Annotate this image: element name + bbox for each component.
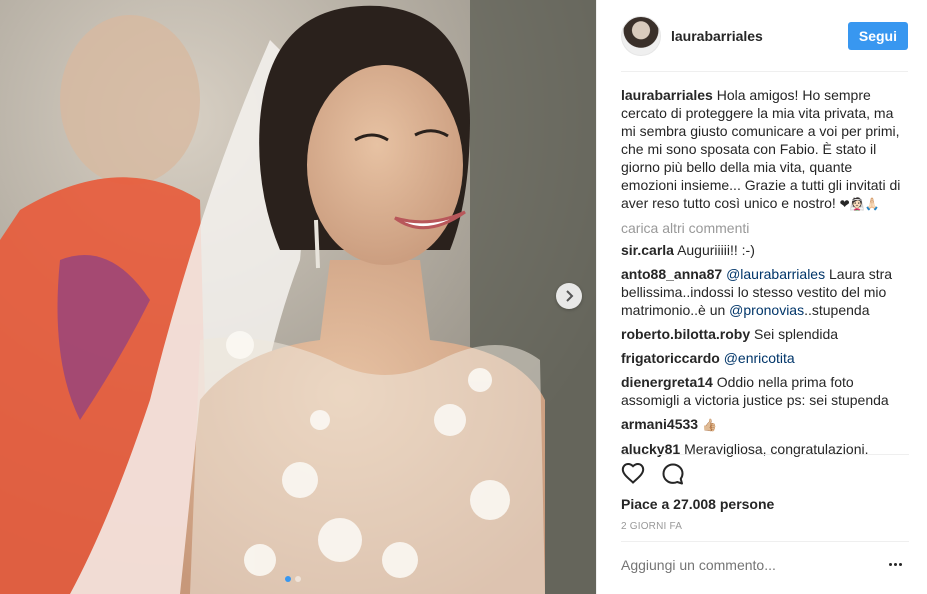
- carousel-next-button[interactable]: [556, 283, 582, 309]
- comment-button[interactable]: [661, 462, 685, 486]
- add-comment-input[interactable]: [621, 557, 909, 573]
- comment-mention[interactable]: @laurabarriales: [726, 266, 825, 282]
- chevron-right-icon: [566, 290, 574, 302]
- comment-item: alucky81 Meravigliosa, congratulazioni.: [621, 440, 909, 458]
- more-options-icon: [899, 563, 902, 566]
- comment-username[interactable]: frigatoriccardo: [621, 350, 720, 366]
- comments-list: laurabarriales Hola amigos! Ho sempre ce…: [621, 86, 909, 464]
- comment-username[interactable]: dienergreta14: [621, 374, 713, 390]
- comment-emoji: 👍🏼: [701, 418, 717, 432]
- caption-text: Hola amigos! Ho sempre cercato di proteg…: [621, 87, 901, 211]
- wedding-photo-illustration: [0, 0, 596, 594]
- actions-divider: [621, 454, 909, 455]
- comment-mention[interactable]: @enricotita: [724, 350, 795, 366]
- carousel-dot-active: [285, 576, 291, 582]
- carousel-indicator: [285, 576, 301, 582]
- post-timestamp[interactable]: 2 GIORNI FA: [621, 521, 682, 532]
- more-options-button[interactable]: [889, 563, 902, 566]
- post-photo: [0, 0, 596, 594]
- comment-item: roberto.bilotta.roby Sei splendida: [621, 325, 909, 343]
- comment-bubble-icon: [662, 463, 684, 485]
- comment-item: armani4533 👍🏼: [621, 415, 909, 434]
- carousel-dot: [295, 576, 301, 582]
- comment-item: anto88_anna87 @laurabarriales Laura stra…: [621, 265, 909, 319]
- more-options-icon: [894, 563, 897, 566]
- heart-icon: [621, 462, 645, 484]
- comment-username[interactable]: sir.carla: [621, 242, 674, 258]
- post-caption: laurabarriales Hola amigos! Ho sempre ce…: [621, 86, 909, 213]
- comment-username[interactable]: anto88_anna87: [621, 266, 722, 282]
- caption-username[interactable]: laurabarriales: [621, 87, 713, 103]
- comment-divider: [621, 541, 909, 542]
- more-options-icon: [889, 563, 892, 566]
- comment-item: dienergreta14 Oddio nella prima foto ass…: [621, 373, 909, 409]
- comment-username[interactable]: armani4533: [621, 416, 698, 432]
- comment-text: Auguriiiii!! :-): [677, 242, 755, 258]
- post-header: laurabarriales Segui: [597, 0, 927, 72]
- post-username[interactable]: laurabarriales: [671, 28, 848, 44]
- comment-text: ..stupenda: [804, 302, 870, 318]
- likes-count[interactable]: Piace a 27.008 persone: [621, 496, 774, 512]
- follow-button[interactable]: Segui: [847, 21, 908, 50]
- comment-mention[interactable]: @pronovias: [729, 302, 804, 318]
- caption-emoji: ❤👰🏻🙏🏻: [839, 197, 880, 211]
- load-more-comments-link[interactable]: carica altri commenti: [621, 219, 909, 237]
- comment-text: Sei splendida: [754, 326, 839, 342]
- post-side-panel: laurabarriales Segui laurabarriales Hola…: [596, 0, 927, 594]
- comment-username[interactable]: roberto.bilotta.roby: [621, 326, 750, 342]
- post-actions: [621, 462, 685, 486]
- comment-item: frigatoriccardo @enricotita: [621, 349, 909, 367]
- avatar[interactable]: [621, 15, 661, 56]
- comment-item: sir.carla Auguriiiii!! :-): [621, 241, 909, 259]
- like-button[interactable]: [621, 462, 645, 486]
